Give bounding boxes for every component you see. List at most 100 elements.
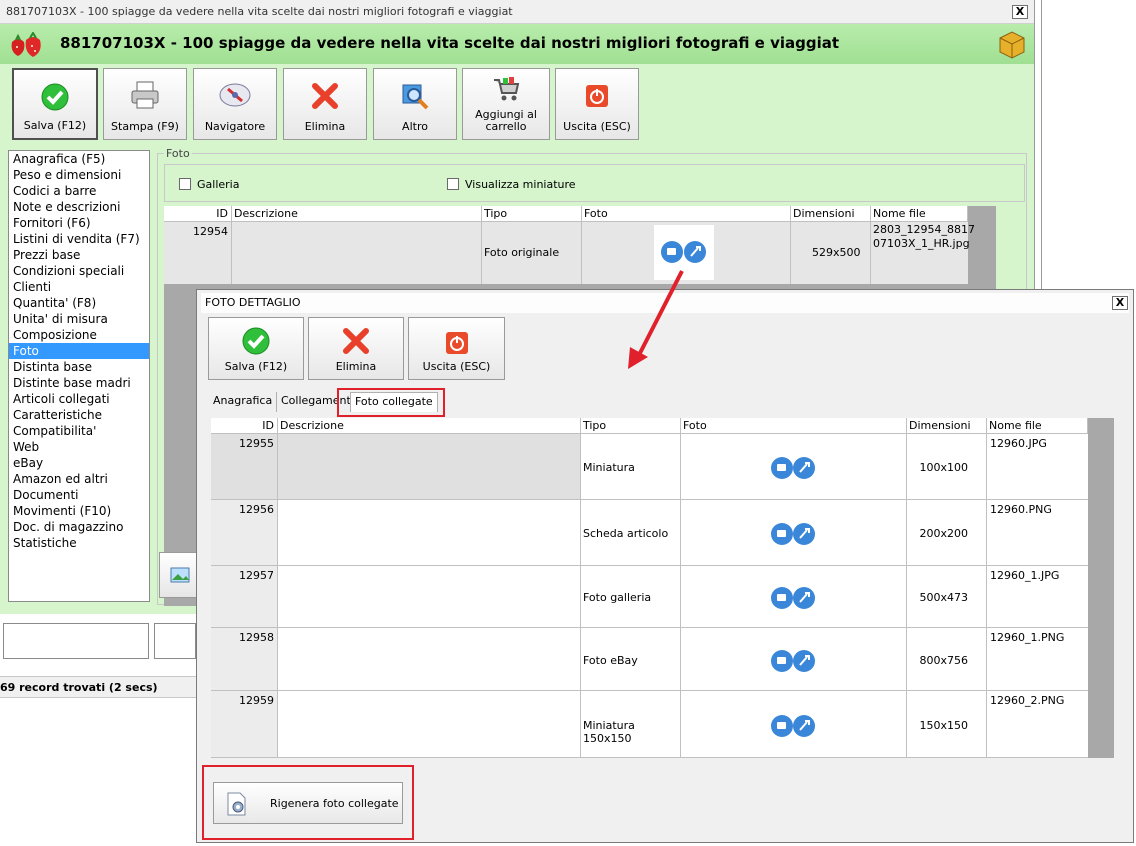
main-close-button[interactable]: X [1012,5,1028,19]
row-dimensions: 150x150 [907,691,987,757]
filter-field[interactable] [3,623,149,659]
tab-collegamenti[interactable]: Collegamenti [277,392,359,412]
sidebar-item[interactable]: Web [9,439,149,455]
print-button[interactable]: Stampa (F9) [103,68,187,140]
sidebar-item[interactable]: Statistiche [9,535,149,551]
delete-button[interactable]: Elimina [283,68,367,140]
sidebar-item[interactable]: Caratteristiche [9,407,149,423]
detail-save-button[interactable]: Salva (F12) [208,317,304,380]
table-row[interactable]: 12958 Foto eBay 800x756 12960_1.PNG [211,628,1088,691]
row-filename: 12960.PNG [990,503,1052,516]
main-header: 881707103X - 100 spiagge da vedere nella… [0,24,1034,64]
col-header-description[interactable]: Descrizione [232,206,482,222]
compass-icon [219,83,251,107]
sidebar-item[interactable]: Distinta base [9,359,149,375]
photo-tools-icon[interactable] [765,709,821,743]
sidebar-item[interactable]: Peso e dimensioni [9,167,149,183]
sidebar-item[interactable]: Distinte base madri [9,375,149,391]
navigator-button-label: Navigatore [204,120,266,133]
photo-tools-icon[interactable] [765,581,821,615]
table-row[interactable]: 12955 Miniatura 100x100 12960.JPG [211,434,1088,500]
detail-close-button[interactable]: X [1112,296,1128,310]
sidebar-item[interactable]: Composizione [9,327,149,343]
row-dimensions: 800x756 [907,628,987,690]
col-header-dimensions[interactable]: Dimensioni [791,206,871,222]
tab-anagrafica[interactable]: Anagrafica [209,392,278,412]
col-header-type[interactable]: Tipo [482,206,582,222]
detail-save-label: Salva (F12) [224,360,288,373]
detail-col-header-photo[interactable]: Foto [681,418,907,434]
detail-col-header-id[interactable]: ID [211,418,278,434]
photo-tools-icon[interactable] [765,517,821,551]
detail-delete-button[interactable]: Elimina [308,317,404,380]
sidebar-item[interactable]: Documenti [9,487,149,503]
sidebar-item[interactable]: Doc. di magazzino [9,519,149,535]
background-window-strip [1034,0,1136,290]
detail-col-header-dimensions[interactable]: Dimensioni [907,418,987,434]
detail-exit-button[interactable]: Uscita (ESC) [408,317,505,380]
sidebar-item[interactable]: Foto [9,343,149,359]
sidebar-item[interactable]: Note e descrizioni [9,199,149,215]
sidebar-item[interactable]: Condizioni speciali [9,263,149,279]
photo-tools-icon[interactable] [765,451,821,485]
navigator-button[interactable]: Navigatore [193,68,277,140]
table-row[interactable]: 12956 Scheda articolo 200x200 12960.PNG [211,500,1088,566]
row-dimensions: 500x473 [907,566,987,627]
filter-field-2[interactable] [154,623,196,659]
row-photo-cell [681,691,907,757]
add-to-cart-button[interactable]: Aggiungi al carrello [462,68,550,140]
row-id: 12958 [211,628,278,690]
sidebar-item[interactable]: Movimenti (F10) [9,503,149,519]
sidebar-item[interactable]: Listini di vendita (F7) [9,231,149,247]
checkmark-icon [242,327,270,355]
exit-button[interactable]: Uscita (ESC) [555,68,639,140]
sidebar-item[interactable]: Unita' di misura [9,311,149,327]
sidebar-item[interactable]: Anagrafica (F5) [9,151,149,167]
row-id: 12954 [193,225,228,238]
show-thumbnails-checkbox-label: Visualizza miniature [465,178,576,191]
sidebar-item[interactable]: Articoli collegati [9,391,149,407]
detail-col-header-type[interactable]: Tipo [581,418,681,434]
photo-tools-icon[interactable] [765,644,821,678]
foto-group-label: Foto [164,147,192,160]
gallery-checkbox-label: Galleria [197,178,240,191]
sidebar-item[interactable]: Compatibilita' [9,423,149,439]
row-photo-cell [681,566,907,627]
sidebar-item[interactable]: Quantita' (F8) [9,295,149,311]
col-header-id[interactable]: ID [164,206,232,222]
row-description [278,566,581,627]
save-button[interactable]: Salva (F12) [12,68,98,140]
sidebar-item[interactable]: Fornitori (F6) [9,215,149,231]
cart-icon [494,77,520,101]
table-row[interactable]: 12957 Foto galleria 500x473 12960_1.JPG [211,566,1088,628]
regenerate-linked-photos-button[interactable]: Rigenera foto collegate [213,782,403,824]
power-icon [586,85,608,107]
detail-col-header-description[interactable]: Descrizione [278,418,581,434]
col-header-photo[interactable]: Foto [582,206,791,222]
show-thumbnails-checkbox[interactable]: Visualizza miniature [447,178,576,191]
row-description [278,500,581,565]
sidebar-item[interactable]: Clienti [9,279,149,295]
gallery-checkbox[interactable]: Galleria [179,178,239,191]
main-titlebar: 881707103X - 100 spiagge da vedere nella… [0,0,1034,24]
add-image-button[interactable] [159,552,199,598]
col-header-filename[interactable]: Nome file [871,206,968,222]
sidebar-item[interactable]: eBay [9,455,149,471]
regenerate-button-label: Rigenera foto collegate [270,797,399,810]
page-title: 881707103X - 100 spiagge da vedere nella… [60,34,840,52]
sidebar-item[interactable]: Amazon ed altri [9,471,149,487]
table-row[interactable]: 12954 Foto originale 529x500 2803_12954_… [164,222,975,284]
save-button-label: Salva (F12) [23,119,87,132]
sidebar-item[interactable]: Codici a barre [9,183,149,199]
red-arrow-icon [628,270,684,369]
table-row[interactable]: 12959 Miniatura 150x150 150x150 12960_2.PNG [211,691,1088,758]
detail-col-header-filename[interactable]: Nome file [987,418,1088,434]
other-button[interactable]: Altro [373,68,457,140]
row-filename-line1: 2803_12954_8817 [873,223,975,236]
checkmark-icon [41,83,69,111]
tab-foto-collegate[interactable]: Foto collegate [350,392,438,412]
row-type: Foto galleria [581,566,681,627]
status-bar-text: 69 record trovati (2 secs) [0,676,196,698]
row-dimensions: 200x200 [907,500,987,565]
sidebar-item[interactable]: Prezzi base [9,247,149,263]
